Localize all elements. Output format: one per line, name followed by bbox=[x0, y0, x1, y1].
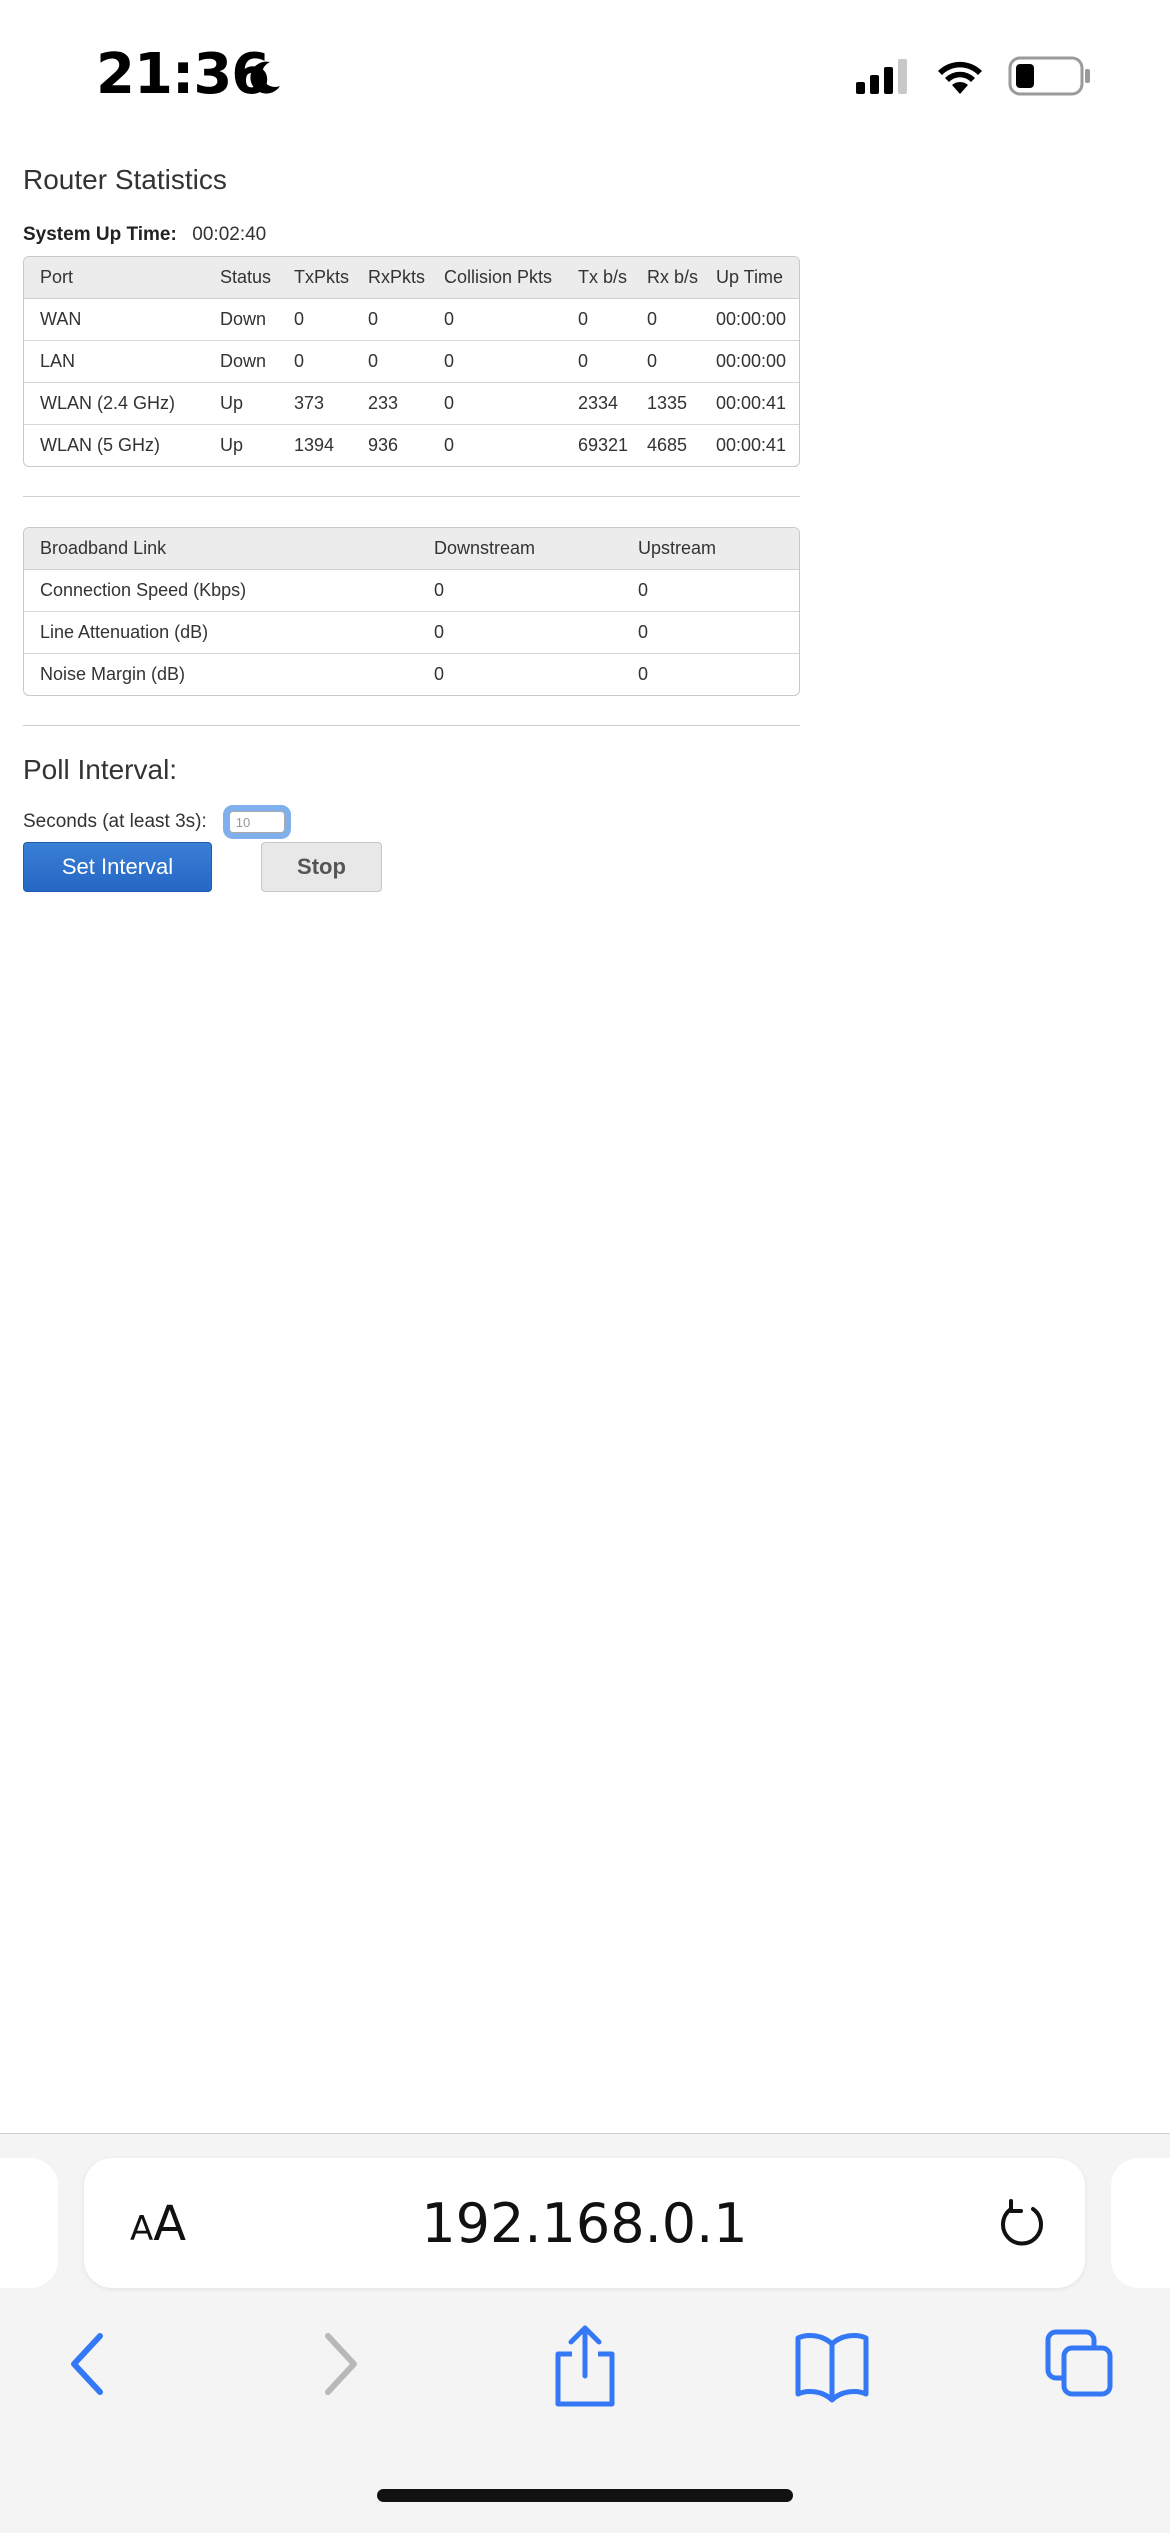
table-cell: 373 bbox=[278, 383, 352, 425]
column-header: Up Time bbox=[700, 257, 799, 299]
table-header-row: Port Status TxPkts RxPkts Collision Pkts… bbox=[24, 257, 799, 299]
home-indicator bbox=[377, 2489, 793, 2502]
bookmarks-icon[interactable] bbox=[794, 2324, 870, 2404]
table-cell: Down bbox=[204, 299, 278, 341]
table-cell: 0 bbox=[428, 341, 562, 383]
system-uptime-row: System Up Time: 00:02:40 bbox=[23, 224, 803, 254]
table-cell: 0 bbox=[444, 435, 455, 455]
status-bar: 21:36 bbox=[0, 0, 1170, 150]
seconds-label: Seconds (at least 3s): bbox=[23, 811, 207, 832]
table-row: WLAN (2.4 GHz) Up 373 233 0 2334 1335 00… bbox=[24, 383, 799, 425]
table-cell: 00:00:41 bbox=[716, 435, 787, 455]
column-header: Rx b/s bbox=[631, 257, 700, 299]
stop-button[interactable]: Stop bbox=[261, 842, 382, 892]
table-cell: WAN bbox=[24, 299, 204, 341]
share-icon[interactable] bbox=[550, 2324, 620, 2408]
table-cell: Down bbox=[204, 341, 278, 383]
table-cell: LAN bbox=[24, 341, 204, 383]
table-cell: 00:00:00 bbox=[700, 341, 799, 383]
table-cell: 936 bbox=[368, 435, 399, 455]
tabs-icon[interactable] bbox=[1044, 2324, 1116, 2404]
forward-icon[interactable] bbox=[316, 2324, 364, 2404]
table-cell: 0 bbox=[278, 341, 352, 383]
table-cell: 0 bbox=[418, 612, 622, 654]
table-row: LAN Down 0 0 0 0 0 00:00:00 bbox=[24, 341, 799, 383]
table-cell: 0 bbox=[631, 299, 700, 341]
browser-chrome: AA 192.168.0.1 bbox=[0, 2133, 1170, 2533]
table-cell: 0 bbox=[622, 612, 799, 654]
table-row: Connection Speed (Kbps) 0 0 bbox=[24, 570, 799, 612]
browser-toolbar bbox=[0, 2324, 1170, 2414]
column-header: RxPkts bbox=[352, 257, 428, 299]
table-cell: Noise Margin (dB) bbox=[40, 664, 186, 684]
table-cell: 0 bbox=[638, 664, 649, 684]
column-header: Upstream bbox=[622, 528, 799, 570]
reload-icon[interactable] bbox=[994, 2196, 1050, 2252]
poll-interval-title: Poll Interval: bbox=[23, 754, 178, 785]
table-cell: 0 bbox=[352, 341, 428, 383]
column-header: Port bbox=[24, 257, 204, 299]
table-cell: 0 bbox=[622, 570, 799, 612]
seconds-input[interactable] bbox=[228, 811, 285, 833]
table-cell: 0 bbox=[562, 299, 631, 341]
table-cell: 4685 bbox=[647, 435, 688, 455]
moon-icon bbox=[250, 61, 280, 94]
uptime-label: System Up Time: bbox=[23, 224, 177, 245]
table-cell: Connection Speed (Kbps) bbox=[24, 570, 418, 612]
url-text[interactable]: 192.168.0.1 bbox=[84, 2192, 1085, 2255]
table-cell: 0 bbox=[631, 341, 700, 383]
column-header: Broadband Link bbox=[24, 528, 418, 570]
table-row: Noise Margin (dB) 0 0 bbox=[24, 654, 799, 695]
page-content: Router Statistics System Up Time: 00:02:… bbox=[23, 160, 803, 894]
table-cell: 0 bbox=[434, 664, 445, 684]
table-cell: 0 bbox=[352, 299, 428, 341]
battery-icon bbox=[1008, 56, 1090, 96]
table-cell: 0 bbox=[428, 383, 562, 425]
divider bbox=[23, 496, 800, 497]
button-row: Set Interval Stop bbox=[23, 842, 803, 894]
table-cell: 00:00:00 bbox=[700, 299, 799, 341]
uptime-value: 00:02:40 bbox=[192, 224, 267, 245]
page-title: Router Statistics bbox=[23, 164, 227, 195]
table-cell: Up bbox=[220, 435, 244, 455]
signal-icon bbox=[856, 59, 907, 94]
table-cell: 1394 bbox=[294, 435, 335, 455]
table-header-row: Broadband Link Downstream Upstream bbox=[24, 528, 799, 570]
column-header: Collision Pkts bbox=[428, 257, 562, 299]
table-cell: 0 bbox=[278, 299, 352, 341]
wifi-icon bbox=[938, 61, 982, 94]
seconds-row: Seconds (at least 3s): bbox=[23, 804, 803, 840]
table-cell: WLAN (5 GHz) bbox=[40, 435, 161, 455]
column-header: TxPkts bbox=[278, 257, 352, 299]
table-cell: 2334 bbox=[562, 383, 631, 425]
table-row: WAN Down 0 0 0 0 0 00:00:00 bbox=[24, 299, 799, 341]
broadband-link-table: Broadband Link Downstream Upstream Conne… bbox=[23, 527, 800, 696]
table-row: Line Attenuation (dB) 0 0 bbox=[24, 612, 799, 654]
column-header: Downstream bbox=[418, 528, 622, 570]
column-header: Tx b/s bbox=[562, 257, 631, 299]
divider bbox=[23, 725, 800, 726]
port-statistics-table: Port Status TxPkts RxPkts Collision Pkts… bbox=[23, 256, 800, 467]
table-cell: 0 bbox=[418, 570, 622, 612]
back-icon[interactable] bbox=[64, 2324, 112, 2404]
table-cell: 69321 bbox=[578, 435, 629, 455]
column-header: Status bbox=[204, 257, 278, 299]
table-cell: WLAN (2.4 GHz) bbox=[24, 383, 204, 425]
table-row: WLAN (5 GHz) Up 1394 936 0 69321 4685 00… bbox=[24, 425, 799, 466]
table-cell: 00:00:41 bbox=[700, 383, 799, 425]
table-cell: 0 bbox=[428, 299, 562, 341]
previous-tab-peek[interactable] bbox=[0, 2158, 58, 2288]
address-bar[interactable]: AA 192.168.0.1 bbox=[84, 2158, 1085, 2288]
table-cell: 0 bbox=[562, 341, 631, 383]
set-interval-button[interactable]: Set Interval bbox=[23, 842, 212, 892]
next-tab-peek[interactable] bbox=[1111, 2158, 1170, 2288]
table-cell: Up bbox=[204, 383, 278, 425]
table-cell: Line Attenuation (dB) bbox=[24, 612, 418, 654]
table-cell: 233 bbox=[352, 383, 428, 425]
table-cell: 1335 bbox=[631, 383, 700, 425]
